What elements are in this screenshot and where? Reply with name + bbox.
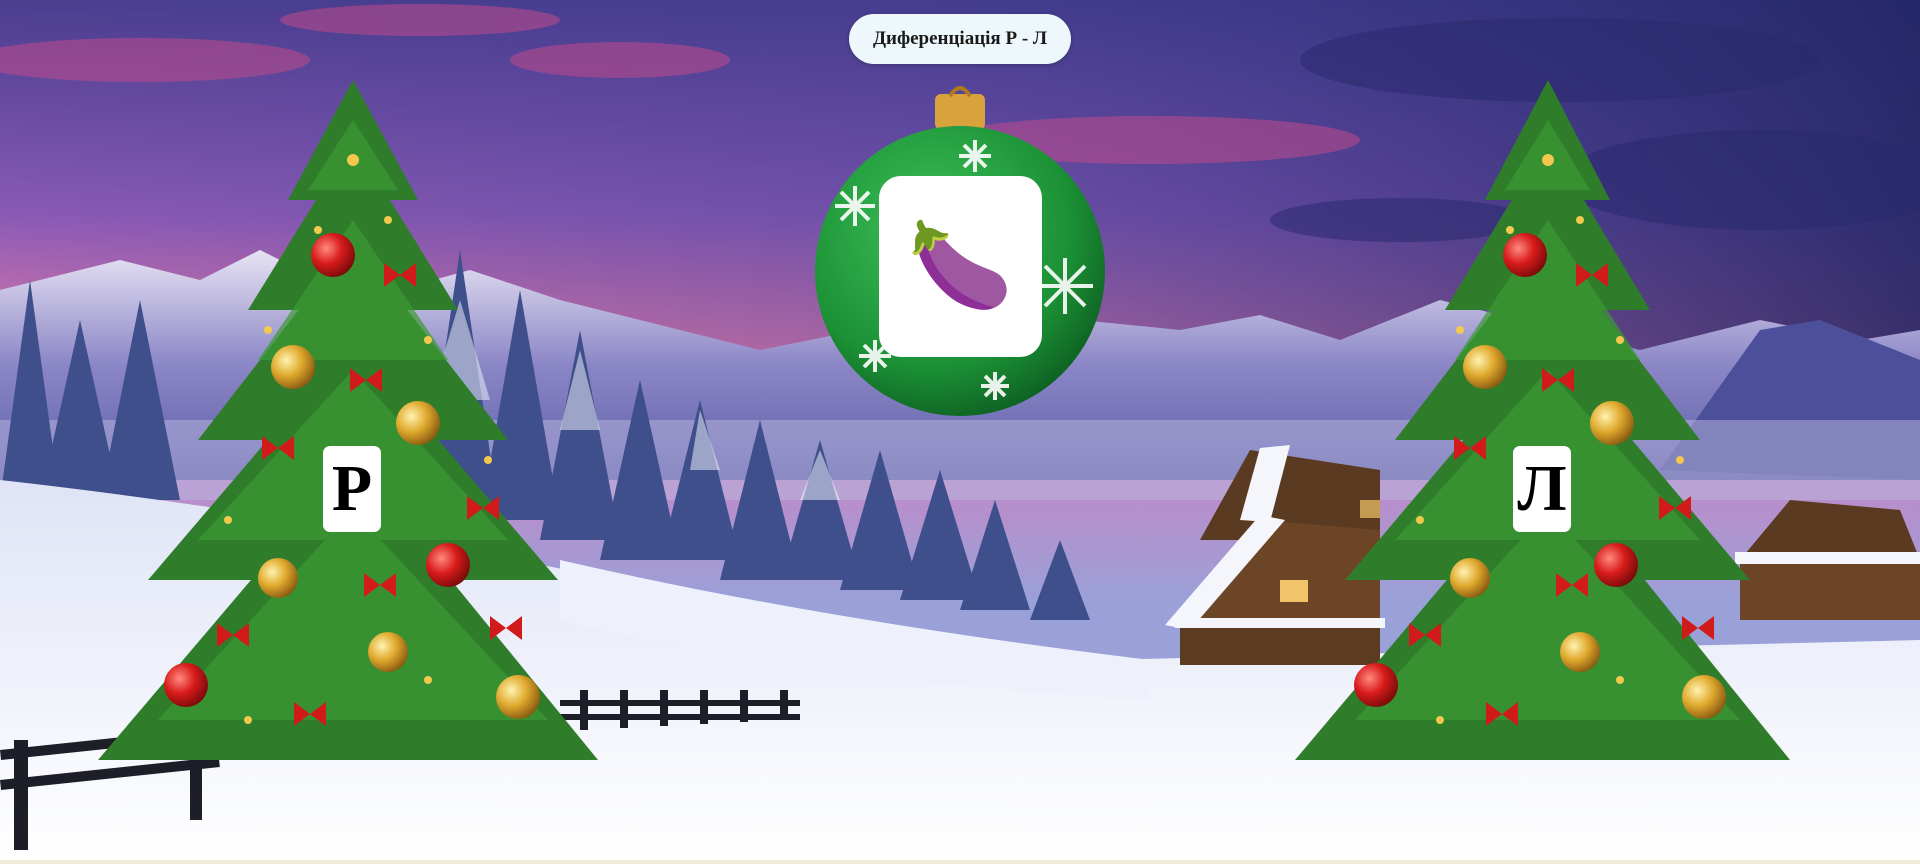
bottom-strip xyxy=(0,860,1920,864)
letter-card-l[interactable]: Л xyxy=(1513,446,1571,532)
letter-card-r[interactable]: Р xyxy=(323,446,381,532)
item-card[interactable]: 🍆 xyxy=(879,176,1042,357)
game-title-button[interactable]: Диференціація Р - Л xyxy=(849,14,1071,64)
eggplant-icon: 🍆 xyxy=(908,219,1013,313)
